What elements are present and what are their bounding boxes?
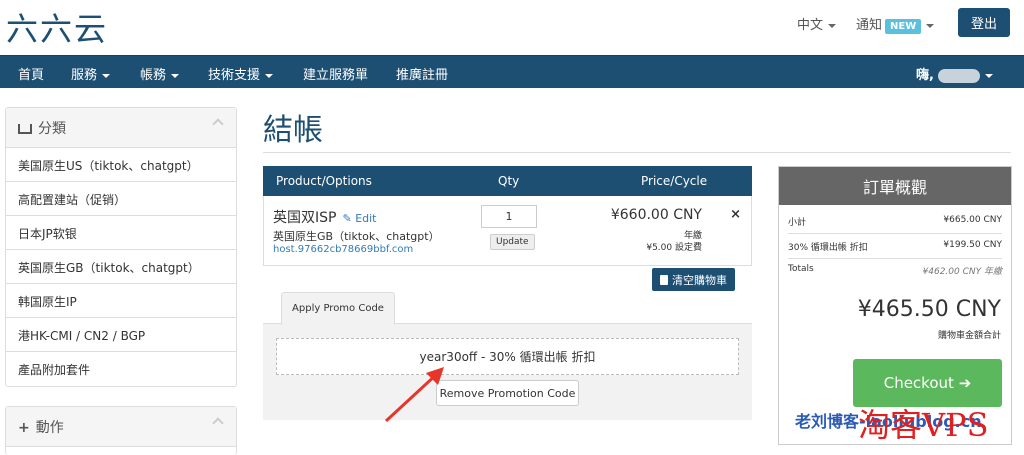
empty-cart-button[interactable]: 清空購物車 <box>652 268 735 291</box>
chevron-down-icon <box>171 73 180 78</box>
notifications-menu[interactable]: 通知 NEW <box>856 14 935 34</box>
user-greeting: 嗨, <box>916 68 934 83</box>
actions-header[interactable]: + 動作 <box>6 407 236 447</box>
column-header-product: Product/Options <box>276 174 372 188</box>
sidebar-item-addons[interactable]: 產品附加套件 <box>6 352 236 386</box>
column-header-qty: Qty <box>498 174 520 188</box>
categories-panel: 分類 美国原生US（tiktok、chatgpt） 高配置建站（促销） 日本JP… <box>5 107 237 387</box>
chevron-down-icon <box>265 73 274 78</box>
sidebar-item-hosting[interactable]: 高配置建站（促销） <box>6 182 236 216</box>
trash-icon <box>660 274 668 285</box>
remove-promo-button[interactable]: Remove Promotion Code <box>436 380 579 406</box>
cart-item-row: 英国双ISP ✎ Edit 英国原生GB（tiktok、chatgpt） host… <box>263 196 752 266</box>
update-button[interactable]: Update <box>490 234 535 250</box>
discount-value: ¥199.50 CNY <box>943 240 1002 250</box>
cart-icon <box>18 124 32 134</box>
checkout-label: Checkout <box>883 374 954 392</box>
sidebar-item-gb[interactable]: 英国原生GB（tiktok、chatgpt） <box>6 250 236 284</box>
divider <box>788 258 1002 259</box>
applied-promo-code: year30off - 30% 循環出帳 折扣 <box>276 338 739 375</box>
chevron-down-icon <box>984 73 993 78</box>
actions-panel: + 動作 <box>5 406 237 455</box>
sidebar-item-hk[interactable]: 港HK-CMI / CN2 / BGP <box>6 318 236 352</box>
total-due-amount: ¥465.50 CNY <box>857 297 1001 322</box>
chevron-up-icon <box>212 118 224 130</box>
remove-item-icon[interactable]: × <box>730 207 741 222</box>
chevron-down-icon <box>828 23 837 28</box>
watermark-logo: 淘客VPS <box>858 406 989 444</box>
categories-title: 分類 <box>38 121 66 137</box>
product-group: 英国原生GB（tiktok、chatgpt） <box>273 230 440 243</box>
discount-label: 30% 循環出帳 折扣 <box>788 243 868 253</box>
tab-apply-promo[interactable]: Apply Promo Code <box>281 292 395 325</box>
top-header: 六六云 中文 通知 NEW 登出 <box>0 0 1024 55</box>
logout-button[interactable]: 登出 <box>958 8 1010 37</box>
empty-cart-label: 清空購物車 <box>672 273 727 287</box>
cart-table-header: Product/Options Qty Price/Cycle <box>263 166 752 196</box>
nav-item-services[interactable]: 服務 <box>71 64 111 83</box>
sidebar-item-jp[interactable]: 日本JP软银 <box>6 216 236 250</box>
quantity-input[interactable]: 1 <box>481 205 537 228</box>
avatar <box>937 68 980 83</box>
chevron-down-icon <box>102 73 111 78</box>
sidebar-item-us[interactable]: 美国原生US（tiktok、chatgpt） <box>6 148 236 182</box>
setup-fee: ¥5.00 設定費 <box>646 243 702 253</box>
edit-label: Edit <box>355 212 377 225</box>
notifications-label: 通知 <box>856 18 883 33</box>
nav-item-label: 服務 <box>71 68 98 83</box>
plus-icon: + <box>18 420 30 436</box>
annotation-arrow-icon <box>384 367 444 423</box>
language-selector[interactable]: 中文 <box>797 14 837 33</box>
sidebar-item-kr[interactable]: 韩国原生IP <box>6 284 236 318</box>
nav-item-support[interactable]: 技術支援 <box>208 64 274 83</box>
arrow-right-icon: ➔ <box>958 374 972 392</box>
product-name-line: 英国双ISP ✎ Edit <box>273 207 377 227</box>
item-price: ¥660.00 CNY <box>610 207 702 223</box>
pencil-icon: ✎ <box>342 212 352 225</box>
subtotal-label: 小計 <box>788 218 807 228</box>
order-summary-title: 訂單概觀 <box>779 167 1011 205</box>
categories-header[interactable]: 分類 <box>6 108 236 148</box>
nav-item-label: 帳務 <box>140 68 167 83</box>
divider <box>788 233 1002 234</box>
totals-row: Totals ¥462.00 CNY 年繳 <box>788 264 1002 286</box>
nav-item-home[interactable]: 首頁 <box>18 64 44 83</box>
nav-item-affiliates[interactable]: 推廣註冊 <box>396 64 448 83</box>
chevron-up-icon <box>212 417 224 429</box>
product-name: 英国双ISP <box>273 210 337 226</box>
new-badge: NEW <box>885 19 922 34</box>
language-label: 中文 <box>797 18 824 33</box>
actions-title: 動作 <box>35 420 64 436</box>
main-navbar: 首頁 服務 帳務 技術支援 建立服務單 推廣註冊 嗨, <box>0 55 1024 88</box>
column-header-price: Price/Cycle <box>641 174 708 188</box>
totals-value: ¥462.00 CNY 年繳 <box>922 267 1002 277</box>
totals-label: Totals <box>788 264 814 274</box>
site-logo[interactable]: 六六云 <box>6 4 108 50</box>
nav-item-billing[interactable]: 帳務 <box>140 64 180 83</box>
user-menu[interactable]: 嗨, <box>916 64 993 83</box>
chevron-down-icon <box>926 23 935 28</box>
subtotal-value: ¥665.00 CNY <box>943 215 1002 225</box>
product-hostname: host.97662cb78669bbf.com <box>273 244 414 255</box>
nav-item-open-ticket[interactable]: 建立服務單 <box>303 64 368 83</box>
nav-item-label: 技術支援 <box>208 68 261 83</box>
edit-link[interactable]: ✎ Edit <box>342 212 376 225</box>
divider <box>263 152 1011 153</box>
page-title: 結帳 <box>263 113 323 148</box>
total-due-label: 購物車金額合計 <box>937 331 1001 341</box>
